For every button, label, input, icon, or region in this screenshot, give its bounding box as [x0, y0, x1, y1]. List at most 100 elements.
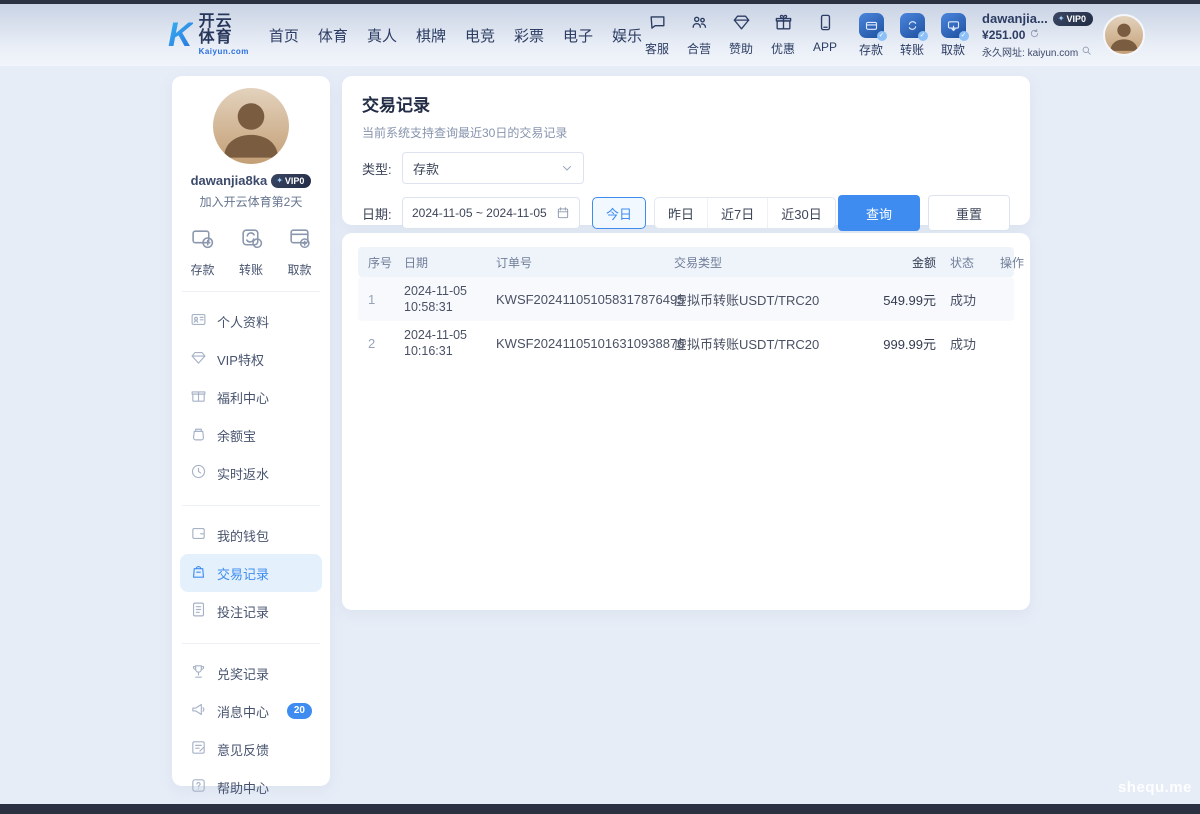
nav-item-live[interactable]: 真人 — [367, 25, 397, 46]
cell-order-no: KWSF202411051016310938876 — [496, 336, 674, 351]
sponsor-link[interactable]: 赞助 — [726, 13, 756, 57]
sidebar-item-bets[interactable]: 投注记录 — [180, 592, 322, 630]
sidebar-item-welfare[interactable]: 福利中心 — [180, 378, 322, 416]
sidebar-item-wallet[interactable]: 我的钱包 — [180, 516, 322, 554]
partners-icon — [690, 13, 709, 37]
site-logo[interactable]: K 开云体育 Kaiyun.com — [168, 14, 249, 56]
col-amount: 金额 — [862, 254, 950, 271]
promo-link[interactable]: 优惠 — [768, 13, 798, 57]
divider — [182, 291, 320, 292]
unread-count-badge: 20 — [287, 703, 312, 719]
welfare-gift-icon — [190, 387, 207, 407]
range-group: 昨日 近7日 近30日 — [654, 197, 836, 229]
join-days-text: 加入开云体育第2天 — [172, 193, 330, 210]
vip-badge: VIP0 — [1053, 12, 1093, 26]
date-range-value: 2024-11-05 ~ 2024-11-05 — [412, 206, 547, 220]
refresh-balance-icon[interactable] — [1029, 28, 1040, 42]
range-7days-button[interactable]: 近7日 — [707, 198, 767, 228]
divider — [182, 643, 320, 644]
divider — [182, 505, 320, 506]
logo-cn-text: 开云体育 — [199, 14, 249, 46]
wallet-links: 存款 转账 取款 — [856, 13, 968, 58]
nav-item-slots[interactable]: 电子 — [563, 25, 593, 46]
sidebar-item-transactions[interactable]: 交易记录 — [180, 554, 322, 592]
deposit-link[interactable]: 存款 — [856, 13, 886, 58]
sidebar-avatar[interactable] — [213, 88, 289, 164]
user-avatar[interactable] — [1103, 14, 1145, 56]
app-link[interactable]: APP — [810, 13, 840, 57]
sidebar-deposit-action[interactable]: 存款 — [190, 226, 215, 278]
range-yesterday-button[interactable]: 昨日 — [655, 198, 707, 228]
nav-item-sports[interactable]: 体育 — [318, 25, 348, 46]
col-type: 交易类型 — [674, 254, 862, 271]
records-table-card: 序号 日期 订单号 交易类型 金额 状态 操作 1 2024-11-05 10:… — [342, 233, 1030, 610]
col-no: 序号 — [368, 254, 404, 271]
cell-amount: 999.99元 — [862, 334, 950, 353]
page-title: 交易记录 — [362, 91, 1010, 116]
partners-link[interactable]: 合营 — [684, 13, 714, 57]
sidebar-item-yuebao[interactable]: 余额宝 — [180, 416, 322, 454]
table-row: 1 2024-11-05 10:58:31 KWSF20241105105831… — [358, 277, 1014, 321]
type-select[interactable]: 存款 — [402, 152, 584, 184]
profile-sidebar: dawanjia8ka VIP0 加入开云体育第2天 存款 转账 取款 个人资料… — [172, 76, 330, 786]
query-button[interactable]: 查询 — [838, 195, 920, 231]
service-link[interactable]: 客服 — [642, 13, 672, 57]
nav-item-home[interactable]: 首页 — [269, 25, 299, 46]
sidebar-item-feedback[interactable]: 意见反馈 — [180, 730, 322, 768]
table-row: 2 2024-11-05 10:16:31 KWSF20241105101631… — [358, 321, 1014, 365]
gem-icon — [732, 13, 751, 37]
cell-status: 成功 — [950, 334, 1000, 353]
date-range-input[interactable]: 2024-11-05 ~ 2024-11-05 — [402, 197, 580, 229]
date-label: 日期: — [362, 204, 402, 223]
nav-item-entertainment[interactable]: 娱乐 — [612, 25, 642, 46]
sidebar-menu-group-1: 个人资料 VIP特权 福利中心 余额宝 实时返水 — [172, 298, 330, 492]
quick-links: 客服 合营 赞助 优惠 APP — [642, 13, 840, 57]
cell-status: 成功 — [950, 290, 1000, 309]
user-name[interactable]: dawanjia... — [982, 11, 1048, 26]
gift-icon — [774, 13, 793, 37]
type-label: 类型: — [362, 159, 402, 178]
nav-item-esports[interactable]: 电竞 — [465, 25, 495, 46]
range-30days-button[interactable]: 近30日 — [767, 198, 834, 228]
sidebar-item-prizes[interactable]: 兑奖记录 — [180, 654, 322, 692]
cell-type: 虚拟币转账USDT/TRC20 — [674, 334, 862, 353]
sidebar-transfer-action[interactable]: 转账 — [239, 226, 264, 278]
sidebar-quick-actions: 存款 转账 取款 — [172, 226, 330, 278]
id-card-icon — [190, 311, 207, 331]
col-date: 日期 — [404, 254, 496, 271]
sidebar-item-help[interactable]: 帮助中心 — [180, 768, 322, 806]
range-today-button[interactable]: 今日 — [592, 197, 646, 229]
type-select-value: 存款 — [413, 159, 439, 178]
bottom-dark-strip — [0, 804, 1200, 814]
sidebar-item-profile[interactable]: 个人资料 — [180, 302, 322, 340]
wallet-icon — [190, 525, 207, 545]
sidebar-item-messages[interactable]: 消息中心 20 — [180, 692, 322, 730]
calendar-icon — [556, 206, 570, 220]
col-status: 状态 — [950, 254, 1000, 271]
chevron-down-icon — [561, 162, 573, 174]
sidebar-item-rebate[interactable]: 实时返水 — [180, 454, 322, 492]
table-header: 序号 日期 订单号 交易类型 金额 状态 操作 — [358, 247, 1014, 277]
reset-button[interactable]: 重置 — [928, 195, 1010, 231]
watermark: shequ.me — [1118, 779, 1192, 796]
transfer-link[interactable]: 转账 — [897, 13, 927, 58]
col-order: 订单号 — [496, 254, 674, 271]
col-action: 操作 — [1000, 254, 1024, 271]
sidebar-withdraw-action[interactable]: 取款 — [287, 226, 312, 278]
sidebar-item-vip[interactable]: VIP特权 — [180, 340, 322, 378]
sidebar-username: dawanjia8ka — [191, 173, 268, 188]
transfer-icon — [900, 13, 925, 38]
top-navbar: K 开云体育 Kaiyun.com 首页 体育 真人 棋牌 电竞 彩票 电子 娱… — [0, 4, 1200, 66]
nav-item-cards[interactable]: 棋牌 — [416, 25, 446, 46]
user-info: dawanjia... VIP0 ¥251.00 永久网址: kaiyun.co… — [982, 11, 1093, 59]
withdraw-link[interactable]: 取款 — [938, 13, 968, 58]
main-nav: 首页 体育 真人 棋牌 电竞 彩票 电子 娱乐 — [269, 25, 642, 46]
withdraw-icon — [287, 226, 312, 256]
cell-order-no: KWSF202411051058317876495 — [496, 292, 674, 307]
logo-en-text: Kaiyun.com — [199, 48, 249, 56]
search-icon[interactable] — [1081, 45, 1092, 59]
cell-type: 虚拟币转账USDT/TRC20 — [674, 290, 862, 309]
nav-item-lottery[interactable]: 彩票 — [514, 25, 544, 46]
cell-amount: 549.99元 — [862, 290, 950, 309]
deposit-card-icon — [859, 13, 884, 38]
